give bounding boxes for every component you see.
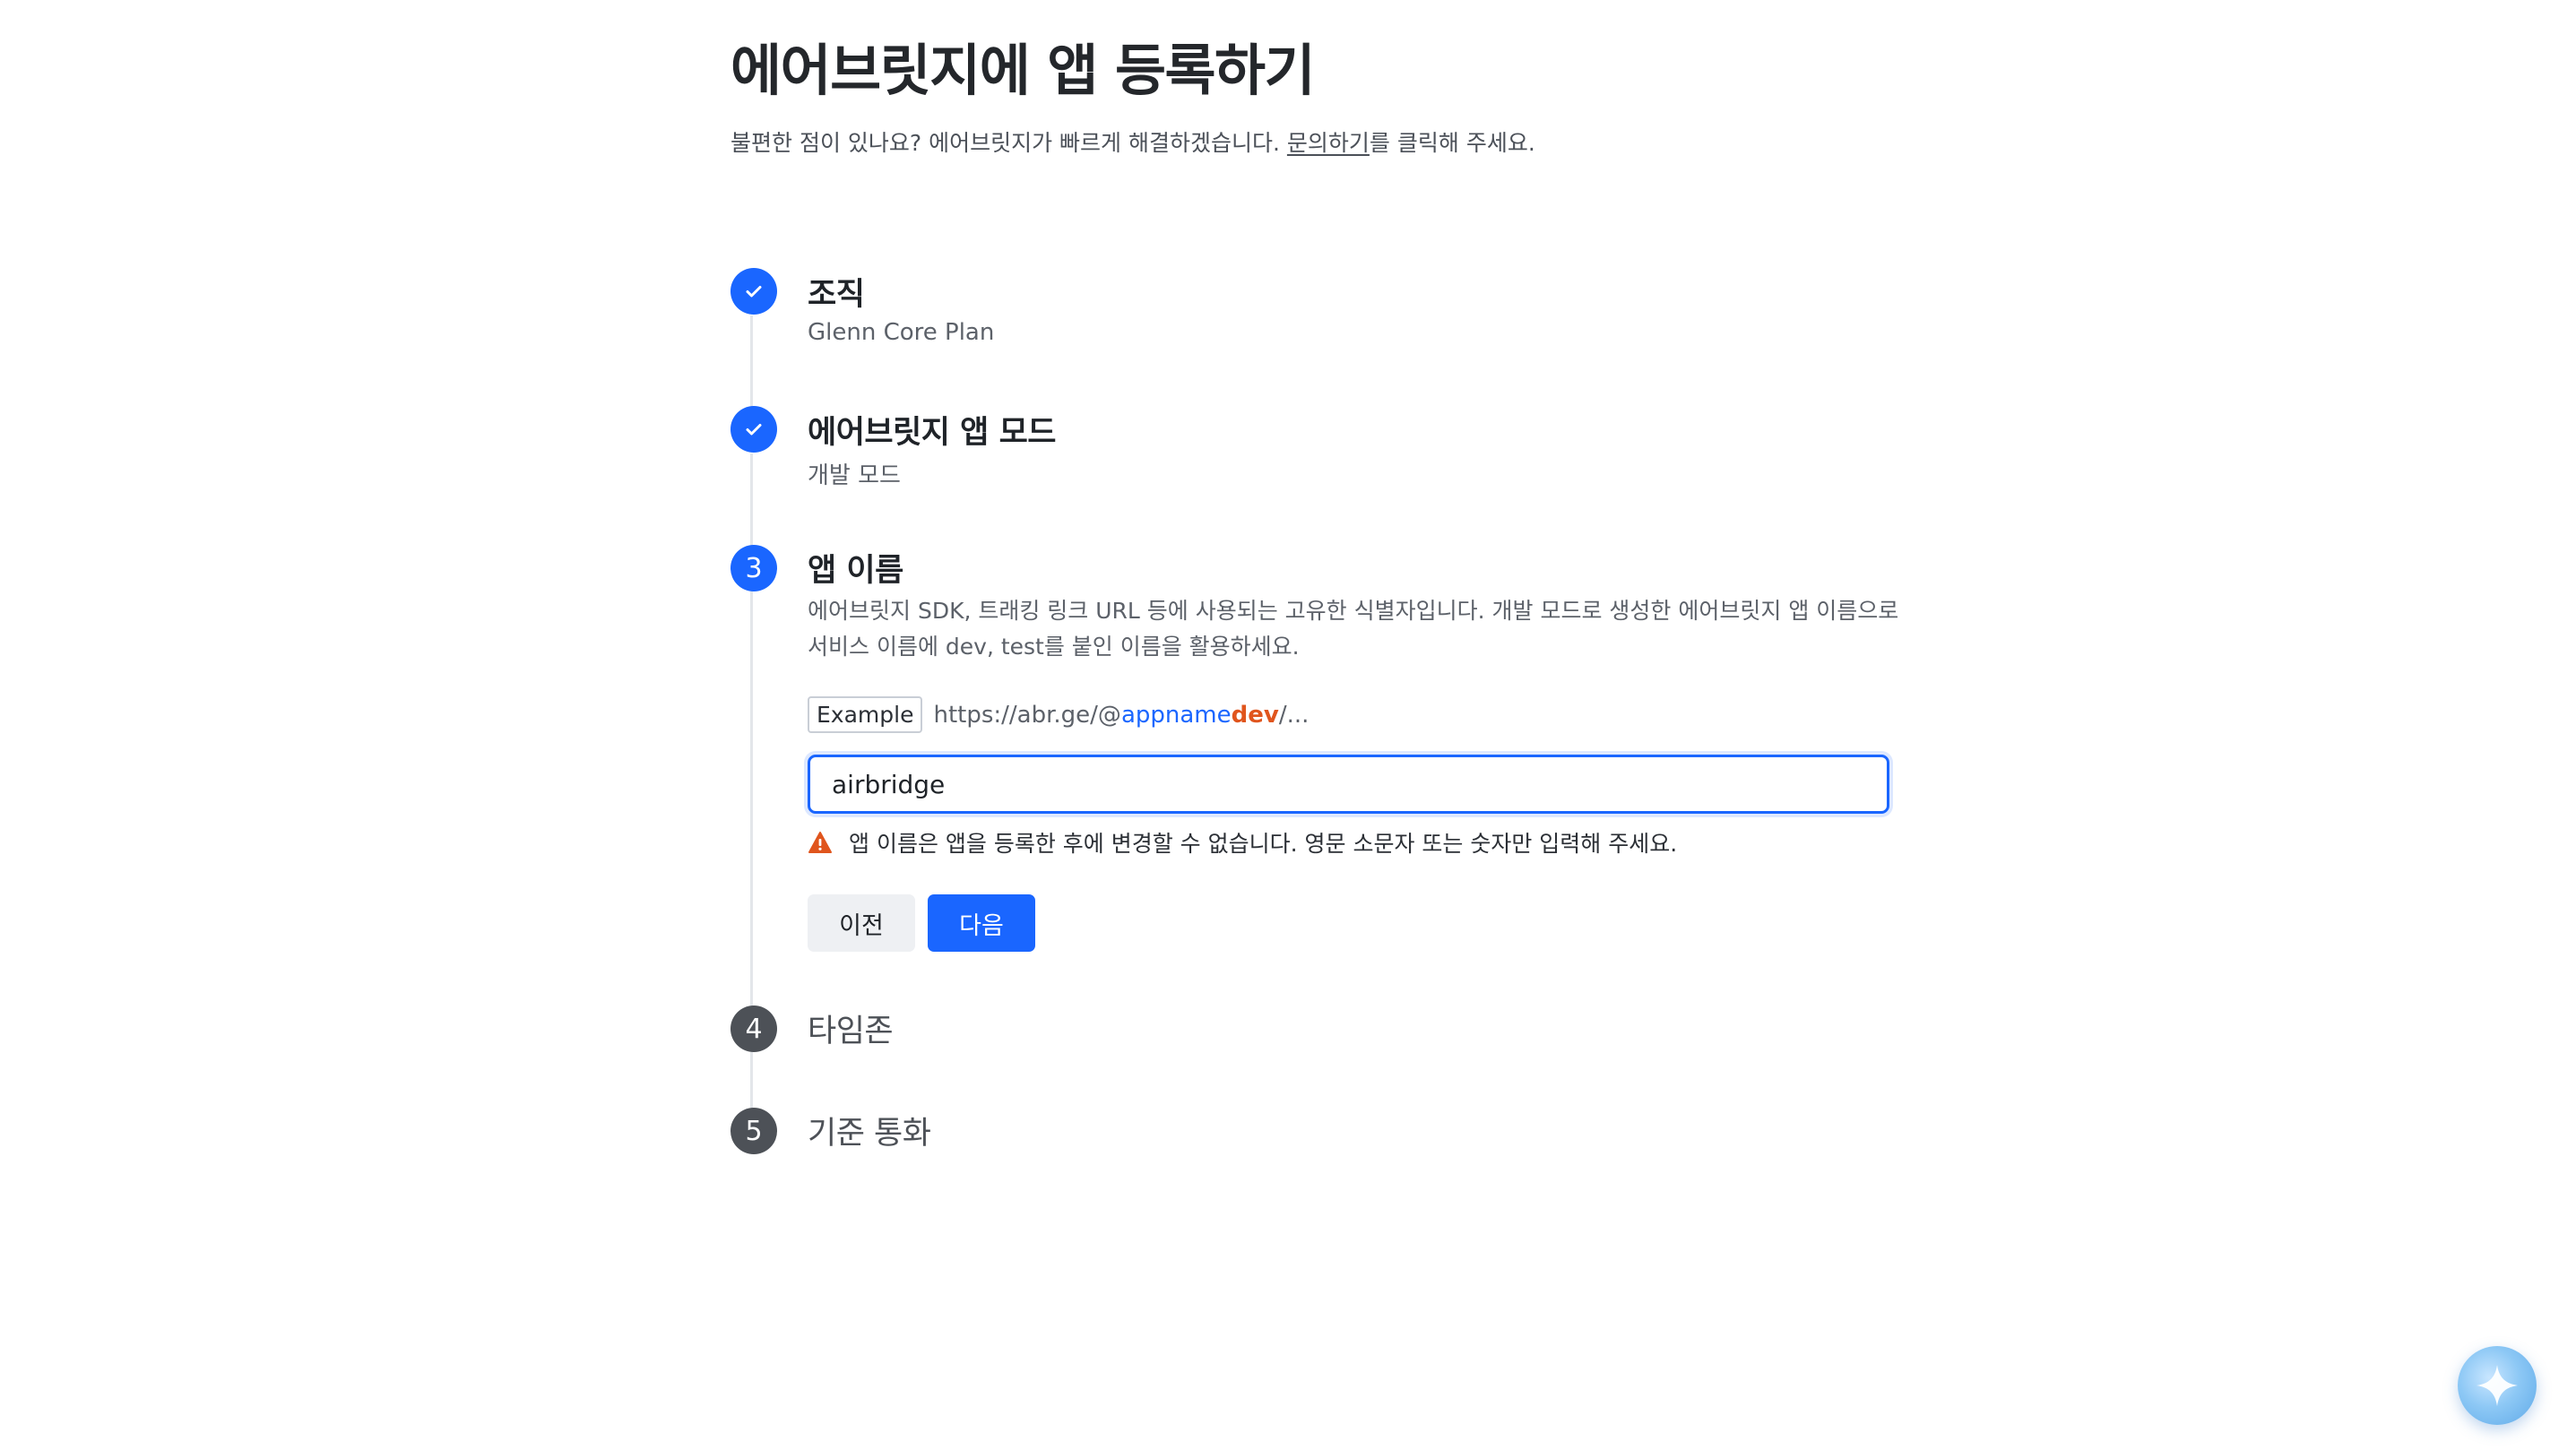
step-rail xyxy=(750,1052,753,1108)
assistant-fab-button[interactable] xyxy=(2458,1346,2537,1425)
app-name-description: 에어브릿지 SDK, 트래킹 링크 URL 등에 사용되는 고유한 식별자입니다… xyxy=(808,598,1899,660)
example-row: Example https://abr.ge/@appnamedev/... xyxy=(808,696,1309,733)
page-title: 에어브릿지에 앱 등록하기 xyxy=(730,38,1316,103)
step-5-title: 기준 통화 xyxy=(808,1116,931,1152)
app-name-input-wrap xyxy=(808,755,1889,814)
example-url-prefix: https://abr.ge/@ xyxy=(933,701,1121,729)
example-url-rest: /... xyxy=(1278,701,1310,729)
sparkle-icon xyxy=(2477,1365,2518,1406)
app-name-warning: 앱 이름은 앱을 등록한 후에 변경할 수 없습니다. 영문 소문자 또는 숫자… xyxy=(808,826,1677,859)
step-2-title: 에어브릿지 앱 모드 xyxy=(808,415,1056,451)
step-2-value: 개발 모드 xyxy=(808,462,901,489)
example-url-suffix: dev xyxy=(1231,701,1279,729)
contact-link[interactable]: 문의하기 xyxy=(1287,130,1370,156)
step-4-marker: 4 xyxy=(730,1006,777,1052)
step-3-marker: 3 xyxy=(730,545,777,591)
step-5-marker: 5 xyxy=(730,1108,777,1154)
step-1-marker xyxy=(730,268,777,315)
example-url-appname: appname xyxy=(1120,701,1232,729)
subtitle-text-before: 불편한 점이 있나요? 에어브릿지가 빠르게 해결하겠습니다. xyxy=(730,130,1287,156)
app-name-input[interactable] xyxy=(808,755,1889,814)
example-badge: Example xyxy=(808,696,923,733)
warning-triangle-icon xyxy=(808,832,832,853)
page-subtitle: 불편한 점이 있나요? 에어브릿지가 빠르게 해결하겠습니다. 문의하기를 클릭… xyxy=(730,125,1535,158)
subtitle-text-after: 를 클릭해 주세요. xyxy=(1369,130,1535,156)
step-1-value: Glenn Core Plan xyxy=(808,319,995,346)
check-icon xyxy=(746,424,762,436)
prev-button[interactable]: 이전 xyxy=(808,894,915,952)
warning-text: 앱 이름은 앱을 등록한 후에 변경할 수 없습니다. 영문 소문자 또는 숫자… xyxy=(849,831,1678,857)
example-url: https://abr.ge/@appnamedev/... xyxy=(933,702,1309,729)
step-rail xyxy=(750,591,753,1006)
step-4-title: 타임존 xyxy=(808,1014,894,1049)
step-1-title: 조직 xyxy=(808,277,865,313)
step-rail xyxy=(750,453,753,547)
step-rail xyxy=(750,315,753,409)
step-3-title: 앱 이름 xyxy=(808,553,903,589)
next-button[interactable]: 다음 xyxy=(928,894,1035,952)
check-icon xyxy=(746,286,762,298)
step-2-marker xyxy=(730,406,777,453)
step-actions: 이전 다음 xyxy=(808,894,1035,952)
